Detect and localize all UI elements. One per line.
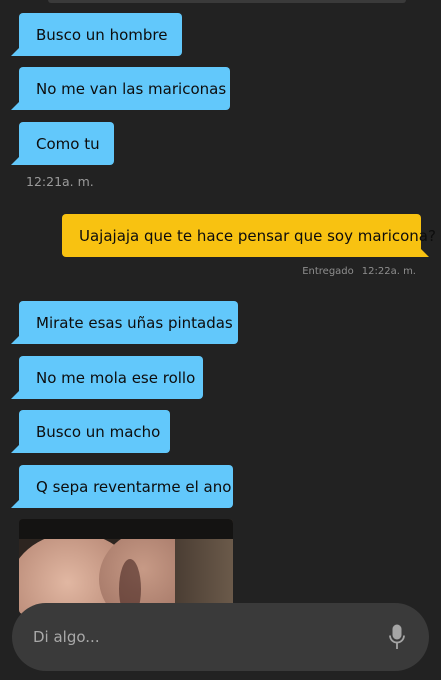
delivery-time: 12:22a. m.	[361, 266, 416, 277]
delivery-status: Entregado 12:22a. m.	[302, 266, 416, 277]
incoming-message[interactable]: Busco un hombre	[11, 13, 182, 56]
incoming-message[interactable]: Como tu	[11, 122, 114, 165]
message-text: Busco un macho	[36, 422, 161, 441]
incoming-message[interactable]: Busco un macho	[11, 410, 170, 453]
message-text: Busco un hombre	[36, 25, 168, 44]
message-input[interactable]	[33, 628, 385, 646]
message-text: Mirate esas uñas pintadas	[36, 313, 233, 332]
message-text: Q sepa reventarme el ano	[36, 477, 232, 496]
incoming-message[interactable]: No me van las mariconas	[11, 67, 230, 110]
message-text: No me van las mariconas	[36, 79, 227, 98]
photo-message[interactable]	[19, 519, 233, 614]
message-text: No me mola ese rollo	[36, 368, 196, 387]
message-text: Uajajaja que te hace pensar que soy mari…	[79, 226, 436, 245]
message-timestamp: 12:21a. m.	[26, 174, 94, 189]
message-text: Como tu	[36, 134, 100, 153]
message-composer	[12, 603, 429, 671]
incoming-message[interactable]: No me mola ese rollo	[11, 356, 203, 399]
top-divider	[48, 0, 406, 3]
delivery-status-label: Entregado	[302, 266, 354, 277]
incoming-message[interactable]: Mirate esas uñas pintadas	[11, 301, 238, 344]
incoming-message[interactable]: Q sepa reventarme el ano	[11, 465, 233, 508]
microphone-icon[interactable]	[385, 622, 409, 652]
outgoing-message[interactable]: Uajajaja que te hace pensar que soy mari…	[62, 214, 436, 257]
